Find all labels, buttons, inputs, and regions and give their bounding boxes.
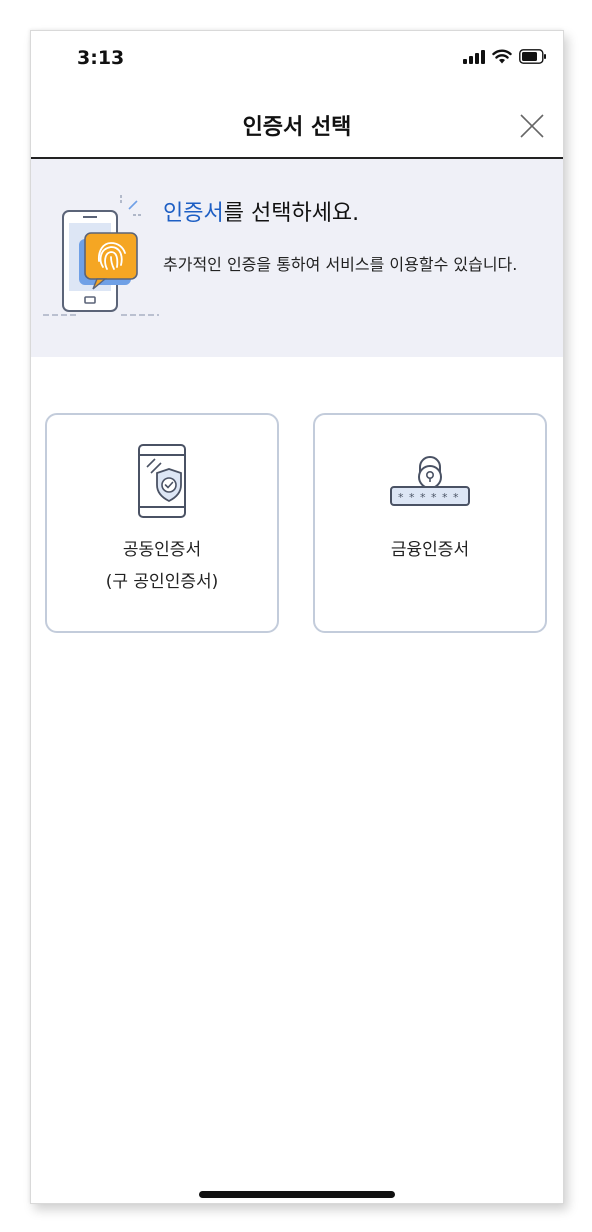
svg-text:*: * <box>453 491 459 504</box>
info-banner: 인증서를 선택하세요. 추가적인 인증을 통하여 서비스를 이용할수 있습니다. <box>31 159 563 357</box>
joint-certificate-card[interactable]: 공동인증서 (구 공인인증서) <box>45 413 279 633</box>
banner-title-accent: 인증서 <box>163 201 224 226</box>
svg-text:*: * <box>442 491 448 504</box>
status-time: 3:13 <box>77 47 125 69</box>
banner-title: 인증서를 선택하세요. <box>163 195 359 227</box>
svg-text:*: * <box>409 491 415 504</box>
banner-title-rest: 를 선택하세요. <box>223 201 360 226</box>
card-label-line1: 공동인증서 <box>122 540 202 560</box>
shield-phone-icon <box>47 443 277 523</box>
card-label-line1: 금융인증서 <box>390 540 470 560</box>
padlock-password-icon: * * * * * * <box>315 447 545 511</box>
card-label-line2: (구 공인인증서) <box>105 572 219 592</box>
cellular-signal-icon <box>463 49 485 64</box>
home-indicator <box>199 1191 395 1198</box>
banner-description: 추가적인 인증을 통하여 서비스를 이용할수 있습니다. <box>163 255 518 274</box>
svg-text:*: * <box>398 491 404 504</box>
page-title: 인증서 선택 <box>242 115 352 140</box>
wifi-icon <box>492 49 512 64</box>
status-bar: 3:13 <box>31 31 563 91</box>
svg-text:*: * <box>431 491 437 504</box>
close-icon <box>520 114 544 138</box>
financial-certificate-card[interactable]: * * * * * * 금융인증서 <box>313 413 547 633</box>
status-icons <box>463 49 547 64</box>
nav-header: 인증서 선택 <box>31 91 563 159</box>
app-screen: 3:13 인증서 선택 인증서를 선택하세요. 추가적인 인증을 통하여 서비스… <box>30 30 564 1204</box>
battery-icon <box>519 49 546 64</box>
svg-text:*: * <box>420 491 426 504</box>
phone-fingerprint-illustration <box>43 191 163 321</box>
close-button[interactable] <box>517 111 547 141</box>
